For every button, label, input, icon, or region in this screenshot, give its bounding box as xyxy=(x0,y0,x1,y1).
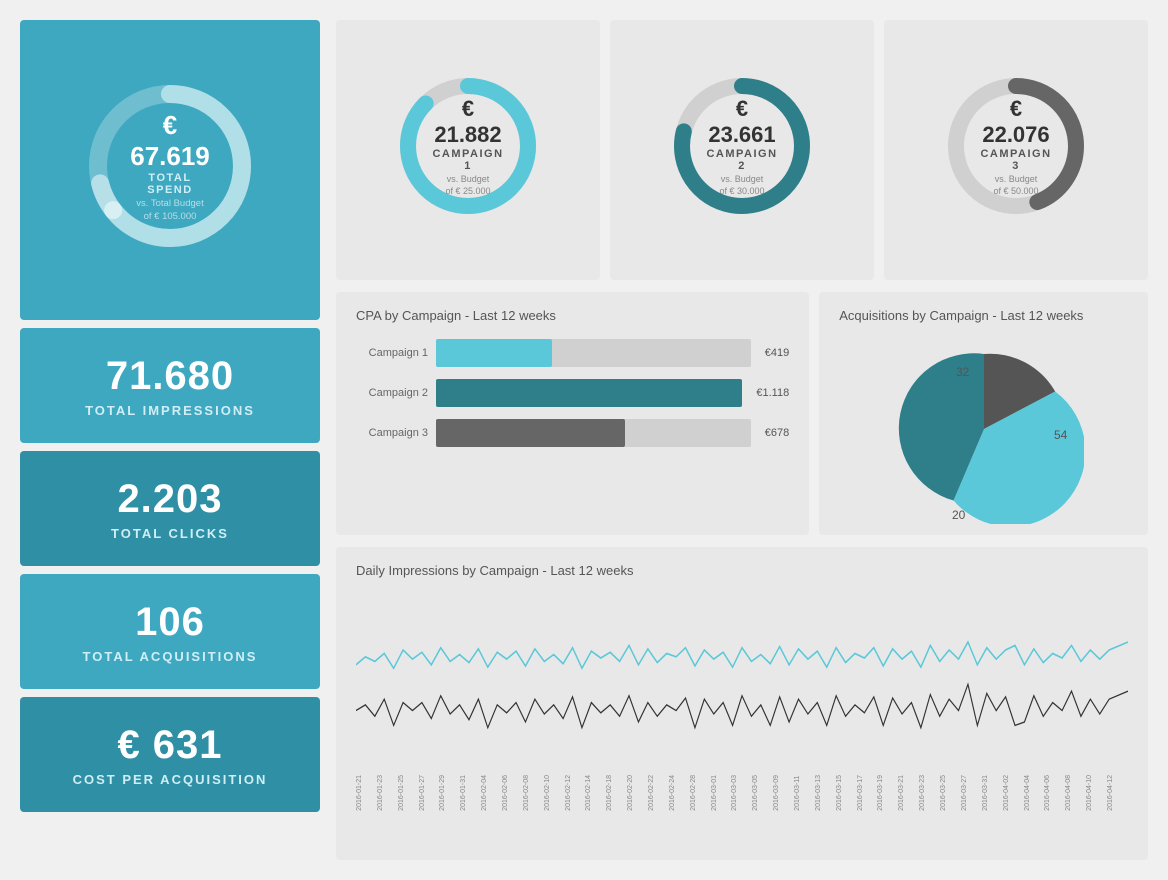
campaign-2-sub1: vs. Budget xyxy=(702,174,782,184)
cpa-bar-value-1: €419 xyxy=(765,347,789,359)
total-spend-amount: € 67.619 xyxy=(125,110,215,172)
cpa-label: COST PER ACQUISITION xyxy=(73,772,268,787)
cpa-kpi: € 631 COST PER ACQUISITION xyxy=(20,697,320,812)
sidebar: € 67.619 TOTAL SPEND vs. Total Budget of… xyxy=(20,20,320,860)
campaign-2-sub2: of € 30.000 xyxy=(702,186,782,196)
campaign-2-name: CAMPAIGN 2 xyxy=(702,148,782,172)
cpa-bar-row-2: Campaign 2 €1.118 xyxy=(356,379,789,407)
cpa-number: € 631 xyxy=(117,723,222,768)
campaign-1-card: € 21.882 CAMPAIGN 1 vs. Budget of € 25.0… xyxy=(336,20,600,280)
campaign-1-sub1: vs. Budget xyxy=(428,174,508,184)
campaign-1-donut: € 21.882 CAMPAIGN 1 vs. Budget of € 25.0… xyxy=(388,66,548,226)
campaign-2-center: € 23.661 CAMPAIGN 2 vs. Budget of € 30.0… xyxy=(702,96,782,196)
cpa-bar-track-3 xyxy=(436,419,751,447)
clicks-number: 2.203 xyxy=(117,477,222,522)
cpa-bar-chart: CPA by Campaign - Last 12 weeks Campaign… xyxy=(336,292,809,535)
x-axis-labels: 2016-01-21 2016-01-23 2016-01-25 2016-01… xyxy=(356,775,1128,811)
total-impressions-kpi: 71.680 TOTAL IMPRESSIONS xyxy=(20,328,320,443)
impressions-chart-title: Daily Impressions by Campaign - Last 12 … xyxy=(356,563,1128,578)
acquisitions-pie-chart: Acquisitions by Campaign - Last 12 weeks… xyxy=(819,292,1148,535)
total-spend-sub1: vs. Total Budget xyxy=(125,198,215,209)
cpa-bar-track-1 xyxy=(436,339,751,367)
total-spend-donut: € 67.619 TOTAL SPEND vs. Total Budget of… xyxy=(80,76,260,256)
campaign-1-sub2: of € 25.000 xyxy=(428,186,508,196)
svg-text:54: 54 xyxy=(1054,428,1068,442)
campaign-2-amount: € 23.661 xyxy=(702,96,782,148)
campaign-2-card: € 23.661 CAMPAIGN 2 vs. Budget of € 30.0… xyxy=(610,20,874,280)
impressions-label: TOTAL IMPRESSIONS xyxy=(85,403,255,418)
cpa-bar-fill-2 xyxy=(436,379,742,407)
campaign-3-center: € 22.076 CAMPAIGN 3 vs. Budget of € 50.0… xyxy=(976,96,1056,196)
cpa-bar-value-3: €678 xyxy=(765,427,789,439)
svg-text:20: 20 xyxy=(952,508,966,522)
campaign-3-name: CAMPAIGN 3 xyxy=(976,148,1056,172)
cpa-chart-title: CPA by Campaign - Last 12 weeks xyxy=(356,308,789,323)
impressions-number: 71.680 xyxy=(106,354,234,399)
cpa-bar-label-1: Campaign 1 xyxy=(356,347,428,359)
total-spend-sub2: of € 105.000 xyxy=(125,211,215,222)
cpa-bar-track-2 xyxy=(436,379,742,407)
cpa-bar-row-3: Campaign 3 €678 xyxy=(356,419,789,447)
acquisitions-label: TOTAL ACQUISITIONS xyxy=(83,649,258,664)
svg-text:32: 32 xyxy=(956,365,970,379)
impressions-svg xyxy=(356,602,1128,762)
cpa-bar-row-1: Campaign 1 €419 xyxy=(356,339,789,367)
total-clicks-kpi: 2.203 TOTAL CLICKS xyxy=(20,451,320,566)
impressions-line-chart: Daily Impressions by Campaign - Last 12 … xyxy=(336,547,1148,860)
campaign-1-amount: € 21.882 xyxy=(428,96,508,148)
campaign-cards-row: € 21.882 CAMPAIGN 1 vs. Budget of € 25.0… xyxy=(336,20,1148,280)
cpa-bar-label-3: Campaign 3 xyxy=(356,427,428,439)
acquisitions-number: 106 xyxy=(135,600,205,645)
cpa-bar-fill-1 xyxy=(436,339,552,367)
total-acquisitions-kpi: 106 TOTAL ACQUISITIONS xyxy=(20,574,320,689)
campaign-3-sub1: vs. Budget xyxy=(976,174,1056,184)
campaign-1-name: CAMPAIGN 1 xyxy=(428,148,508,172)
total-spend-kpi: € 67.619 TOTAL SPEND vs. Total Budget of… xyxy=(20,20,320,320)
campaign-3-amount: € 22.076 xyxy=(976,96,1056,148)
clicks-label: TOTAL CLICKS xyxy=(111,526,229,541)
main-content: € 21.882 CAMPAIGN 1 vs. Budget of € 25.0… xyxy=(336,20,1148,860)
cpa-bar-label-2: Campaign 2 xyxy=(356,387,428,399)
campaign-3-card: € 22.076 CAMPAIGN 3 vs. Budget of € 50.0… xyxy=(884,20,1148,280)
middle-charts-row: CPA by Campaign - Last 12 weeks Campaign… xyxy=(336,292,1148,535)
campaign-2-donut: € 23.661 CAMPAIGN 2 vs. Budget of € 30.0… xyxy=(662,66,822,226)
pie-container: 32 54 20 xyxy=(839,339,1128,519)
acquisitions-chart-title: Acquisitions by Campaign - Last 12 weeks xyxy=(839,308,1128,323)
total-spend-center: € 67.619 TOTAL SPEND vs. Total Budget of… xyxy=(125,110,215,222)
campaign-1-center: € 21.882 CAMPAIGN 1 vs. Budget of € 25.0… xyxy=(428,96,508,196)
cpa-bar-fill-3 xyxy=(436,419,625,447)
campaign-3-sub2: of € 50.000 xyxy=(976,186,1056,196)
cpa-bar-value-2: €1.118 xyxy=(756,387,789,399)
total-spend-label: TOTAL SPEND xyxy=(125,172,215,196)
campaign-3-donut: € 22.076 CAMPAIGN 3 vs. Budget of € 50.0… xyxy=(936,66,1096,226)
